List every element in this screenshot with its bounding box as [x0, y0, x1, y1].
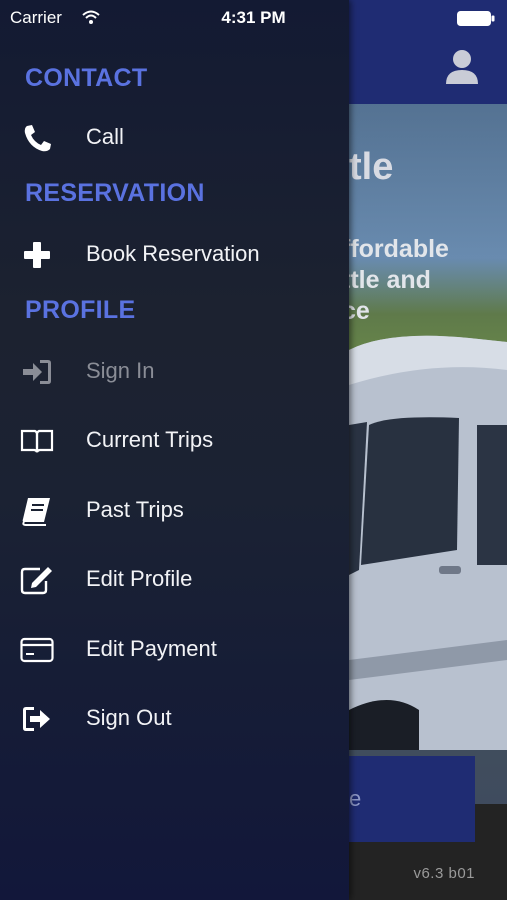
open-book-icon	[20, 429, 54, 453]
menu-item-label: Sign In	[86, 358, 155, 383]
hero-subtitle-line: ffordable	[342, 235, 449, 263]
menu-item-label: Edit Profile	[86, 566, 193, 591]
book-icon	[22, 498, 50, 526]
sign-out-icon	[23, 707, 50, 731]
menu-item-sign-out[interactable]: Sign Out	[0, 691, 349, 747]
side-drawer: CONTACT Call RESERVATION Book Reservatio…	[0, 0, 349, 900]
menu-item-past-trips[interactable]: Past Trips	[0, 483, 349, 539]
menu-item-edit-profile[interactable]: Edit Profile	[0, 552, 349, 608]
status-time: 4:31 PM	[221, 8, 286, 27]
menu-item-label: Sign Out	[86, 705, 172, 730]
section-header-reservation: RESERVATION	[25, 179, 205, 207]
menu-item-book-reservation[interactable]: Book Reservation	[0, 227, 349, 283]
menu-item-current-trips[interactable]: Current Trips	[0, 413, 349, 469]
hero-subtitle-line: ttle and	[342, 266, 431, 294]
version-label: v6.3 b01	[413, 865, 475, 882]
menu-item-label: Edit Payment	[86, 636, 217, 661]
phone-icon	[24, 125, 51, 152]
section-header-profile: PROFILE	[25, 296, 136, 324]
menu-item-label: Book Reservation	[86, 241, 260, 266]
edit-icon	[20, 567, 52, 595]
hero-title: tle	[349, 146, 394, 188]
plus-icon	[24, 242, 50, 268]
main-action-button[interactable]: e	[349, 756, 475, 842]
menu-item-edit-payment[interactable]: Edit Payment	[0, 622, 349, 678]
battery-icon	[457, 11, 495, 26]
menu-item-label: Current Trips	[86, 427, 214, 452]
section-header-contact: CONTACT	[25, 64, 148, 92]
main-action-button-label: e	[349, 786, 362, 811]
hero-subtitle: ffordable ttle and ce	[342, 234, 507, 327]
menu-item-sign-in[interactable]: Sign In	[0, 344, 349, 400]
menu-item-label: Past Trips	[86, 497, 184, 522]
status-bar: Carrier 4:31 PM	[0, 0, 507, 38]
van-image	[349, 335, 507, 750]
sign-in-icon	[23, 360, 51, 384]
menu-item-call[interactable]: Call	[0, 110, 349, 166]
menu-item-label: Call	[86, 124, 124, 149]
credit-card-icon	[20, 637, 54, 663]
user-profile-icon[interactable]	[444, 48, 480, 86]
hero-subtitle-line: ce	[342, 297, 370, 325]
